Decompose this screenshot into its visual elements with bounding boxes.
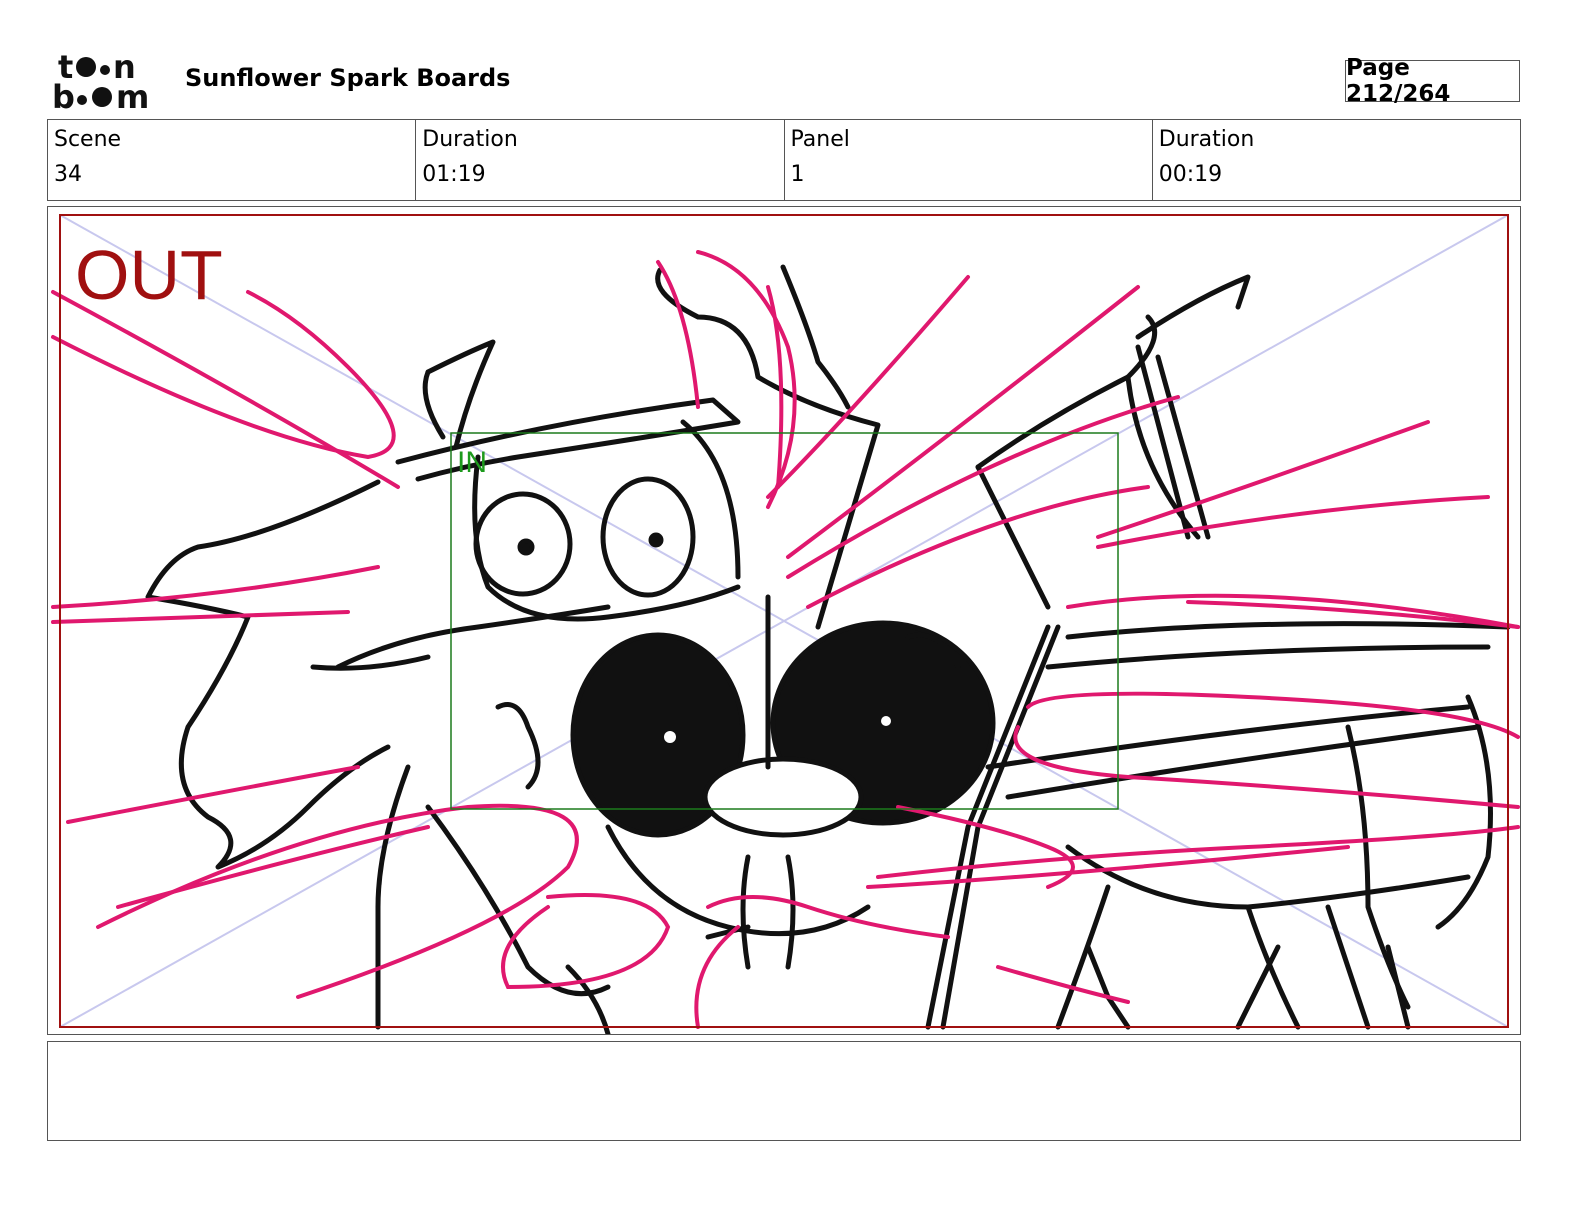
panel-notes-box <box>47 1041 1521 1141</box>
scene-label: Scene <box>54 127 122 152</box>
panel-duration-value: 00:19 <box>1158 162 1223 187</box>
toon-boom-logo: t n b m <box>52 48 164 116</box>
panel-duration-cell: Duration 00:19 <box>1153 120 1520 200</box>
scene-value: 34 <box>54 162 82 187</box>
scene-duration-value: 01:19 <box>422 162 486 187</box>
page-indicator: Page 212/264 <box>1345 55 1520 107</box>
scene-duration-label: Duration <box>422 127 518 152</box>
svg-text:m: m <box>116 78 149 112</box>
panel-duration-label: Duration <box>1158 127 1255 152</box>
out-frame-label: OUT <box>75 236 223 314</box>
action-lines <box>51 250 1520 1029</box>
scene-cell: Scene 34 <box>48 120 417 200</box>
panel-label: Panel <box>790 127 850 152</box>
panel-cell: Panel 1 <box>785 120 1153 200</box>
sketch-character <box>145 264 1511 1034</box>
panel-value: 1 <box>790 162 805 187</box>
project-title: Sunflower Spark Boards <box>185 64 511 92</box>
panel-drawing <box>51 214 1520 1034</box>
scene-duration-cell: Duration 01:19 <box>416 120 785 200</box>
page-label: Page 212/264 <box>1346 55 1451 107</box>
storyboard-panel: OUT IN <box>47 206 1521 1035</box>
in-frame-label: IN <box>457 446 487 479</box>
svg-text:b: b <box>52 78 75 112</box>
panel-info-table: Scene 34 Duration 01:19 Panel 1 Duration… <box>47 119 1521 201</box>
